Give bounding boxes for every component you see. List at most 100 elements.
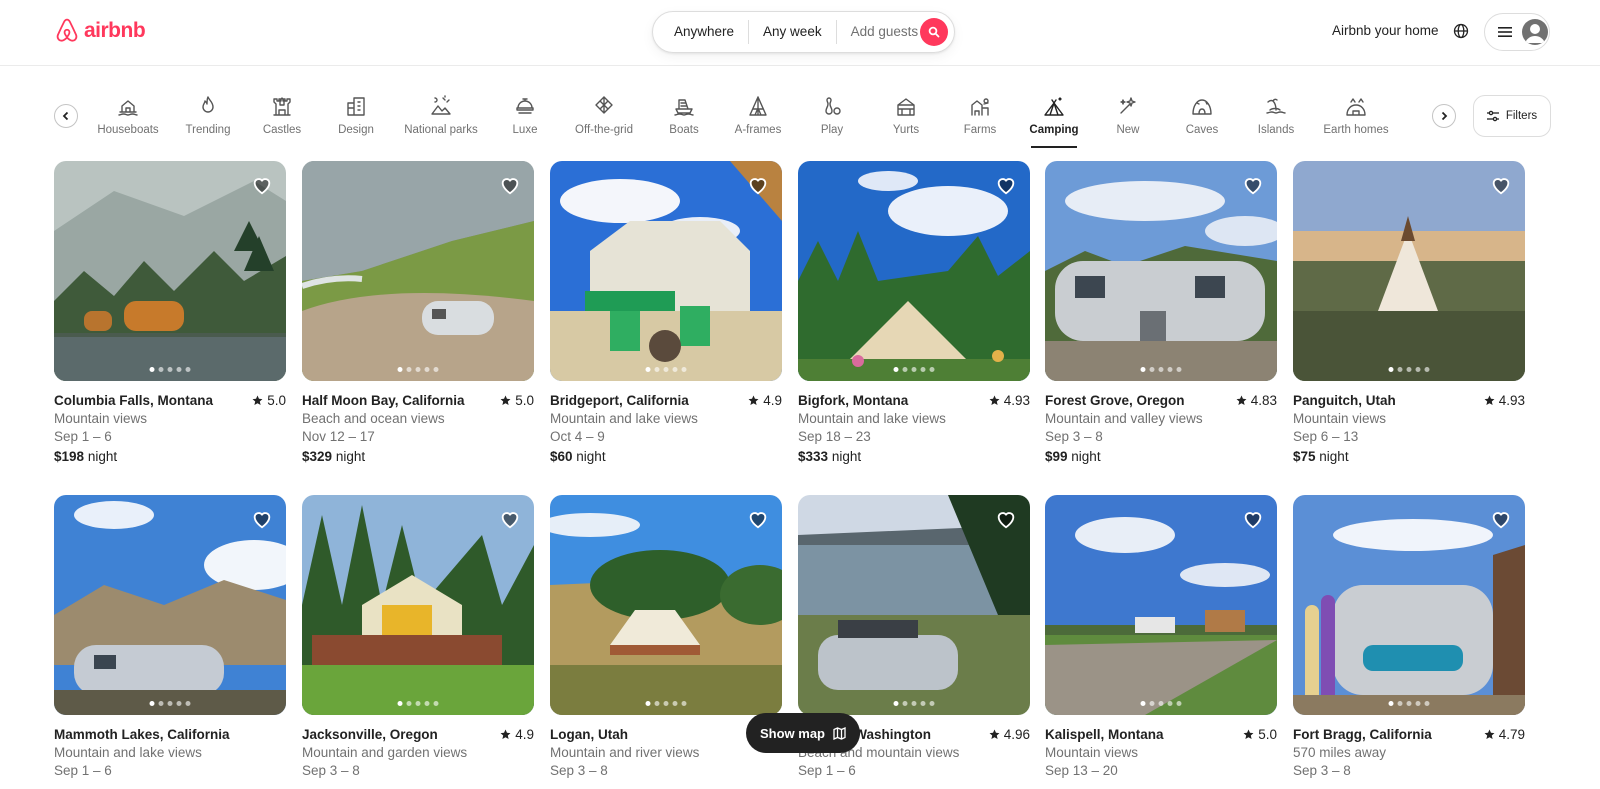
carousel-dot[interactable] <box>433 367 439 372</box>
carousel-dot[interactable] <box>1140 701 1146 706</box>
carousel-dot[interactable] <box>663 367 669 372</box>
carousel-dot[interactable] <box>167 367 173 372</box>
carousel-dot[interactable] <box>415 367 421 372</box>
listing-card[interactable]: Forest Grove, Oregon 4.83 Mountain and val… <box>1045 161 1277 464</box>
heart-icon[interactable] <box>747 508 769 530</box>
listing-card[interactable]: Jacksonville, Oregon 4.9 Mountain and gard… <box>302 495 534 778</box>
carousel-dot[interactable] <box>1167 367 1173 372</box>
heart-icon[interactable] <box>995 508 1017 530</box>
carousel-dot[interactable] <box>1140 367 1146 372</box>
listing-card[interactable]: Half Moon Bay, California 5.0 Beach and oc… <box>302 161 534 464</box>
carousel-dot[interactable] <box>158 701 164 706</box>
carousel-dot[interactable] <box>920 701 926 706</box>
carousel-dot[interactable] <box>645 701 651 706</box>
listing-photo[interactable] <box>1293 161 1525 381</box>
carousel-dot[interactable] <box>902 367 908 372</box>
carousel-dot[interactable] <box>1176 701 1182 706</box>
search-button[interactable] <box>920 18 948 46</box>
heart-icon[interactable] <box>1242 174 1264 196</box>
carousel-dot[interactable] <box>663 701 669 706</box>
user-menu-button[interactable] <box>1484 13 1550 51</box>
carousel-dot[interactable] <box>911 367 917 372</box>
carousel-dot[interactable] <box>176 701 182 706</box>
carousel-dot[interactable] <box>645 367 651 372</box>
carousel-dot[interactable] <box>424 367 430 372</box>
category-earth-homes[interactable]: Earth homes <box>1311 94 1401 136</box>
heart-icon[interactable] <box>499 174 521 196</box>
carousel-dot[interactable] <box>185 701 191 706</box>
carousel-dot[interactable] <box>681 367 687 372</box>
airbnb-logo[interactable]: airbnb <box>54 17 146 45</box>
heart-icon[interactable] <box>1490 508 1512 530</box>
listing-photo[interactable] <box>54 495 286 715</box>
carousel-dot[interactable] <box>1167 701 1173 706</box>
listing-photo[interactable] <box>550 495 782 715</box>
carousel-dot[interactable] <box>1415 367 1421 372</box>
carousel-dot[interactable] <box>929 367 935 372</box>
carousel-dot[interactable] <box>893 367 899 372</box>
carousel-dot[interactable] <box>893 701 899 706</box>
listing-photo[interactable] <box>54 161 286 381</box>
carousel-dot[interactable] <box>1149 367 1155 372</box>
carousel-dot[interactable] <box>902 701 908 706</box>
carousel-dot[interactable] <box>911 701 917 706</box>
carousel-dot[interactable] <box>397 367 403 372</box>
listing-photo[interactable] <box>1045 495 1277 715</box>
carousel-dot[interactable] <box>1176 367 1182 372</box>
listing-photo[interactable] <box>798 161 1030 381</box>
carousel-dot[interactable] <box>929 701 935 706</box>
airbnb-your-home-link[interactable]: Airbnb your home <box>1332 23 1439 38</box>
carousel-dot[interactable] <box>1415 701 1421 706</box>
carousel-dot[interactable] <box>1388 701 1394 706</box>
carousel-dot[interactable] <box>415 701 421 706</box>
globe-icon[interactable] <box>1452 22 1470 40</box>
filters-button[interactable]: Filters <box>1473 95 1551 137</box>
carousel-dot[interactable] <box>672 701 678 706</box>
carousel-dot[interactable] <box>654 367 660 372</box>
category-houseboats[interactable]: Houseboats <box>83 94 173 136</box>
carousel-dot[interactable] <box>406 701 412 706</box>
carousel-dot[interactable] <box>149 367 155 372</box>
carousel-dot[interactable] <box>1158 701 1164 706</box>
category-off-the-grid[interactable]: Off-the-grid <box>559 94 649 136</box>
carousel-dot[interactable] <box>654 701 660 706</box>
heart-icon[interactable] <box>251 508 273 530</box>
carousel-dot[interactable] <box>406 367 412 372</box>
carousel-dot[interactable] <box>1424 701 1430 706</box>
carousel-dot[interactable] <box>397 701 403 706</box>
category-design[interactable]: Design <box>311 94 401 136</box>
show-map-button[interactable]: Show map <box>746 713 860 753</box>
carousel-dot[interactable] <box>1397 701 1403 706</box>
listing-photo[interactable] <box>302 495 534 715</box>
carousel-dot[interactable] <box>433 701 439 706</box>
listing-card[interactable]: Columbia Falls, Montana 5.0 Mountain views… <box>54 161 286 464</box>
carousel-dot[interactable] <box>1424 367 1430 372</box>
carousel-dot[interactable] <box>1397 367 1403 372</box>
listing-card[interactable]: Bigfork, Montana 4.93 Mountain and lake vi… <box>798 161 1030 464</box>
carousel-dot[interactable] <box>1406 701 1412 706</box>
carousel-dot[interactable] <box>185 367 191 372</box>
heart-icon[interactable] <box>499 508 521 530</box>
category-luxe[interactable]: Luxe <box>480 94 570 136</box>
carousel-dot[interactable] <box>167 701 173 706</box>
heart-icon[interactable] <box>1490 174 1512 196</box>
carousel-dot[interactable] <box>1158 367 1164 372</box>
listing-photo[interactable] <box>302 161 534 381</box>
search-who[interactable]: Add guests <box>837 20 933 44</box>
category-next-button[interactable] <box>1432 104 1456 128</box>
heart-icon[interactable] <box>251 174 273 196</box>
heart-icon[interactable] <box>1242 508 1264 530</box>
carousel-dot[interactable] <box>1388 367 1394 372</box>
heart-icon[interactable] <box>995 174 1017 196</box>
carousel-dot[interactable] <box>158 367 164 372</box>
listing-card[interactable]: Bridgeport, California 4.9 Mountain and la… <box>550 161 782 464</box>
category-national-parks[interactable]: National parks <box>396 94 486 136</box>
carousel-dot[interactable] <box>1406 367 1412 372</box>
listing-photo[interactable] <box>550 161 782 381</box>
listing-photo[interactable] <box>1293 495 1525 715</box>
search-when[interactable]: Any week <box>749 20 836 44</box>
category-prev-button[interactable] <box>54 104 78 128</box>
search-bar[interactable]: Anywhere Any week Add guests <box>652 11 955 53</box>
carousel-dot[interactable] <box>672 367 678 372</box>
listing-card[interactable]: Kalispell, Montana 5.0 Mountain views Sep 1… <box>1045 495 1277 778</box>
